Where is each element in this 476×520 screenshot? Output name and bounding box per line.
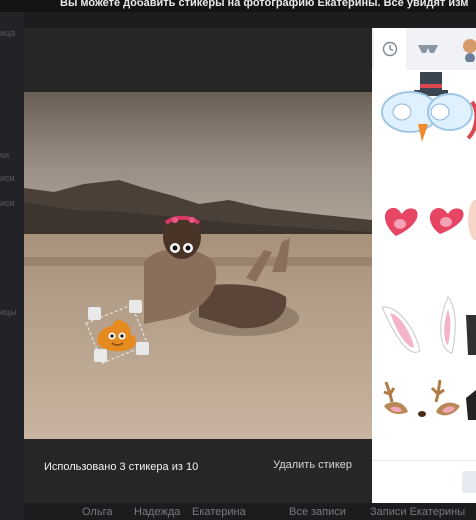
sticker-editor-screen: ица ки иси иси ицы Вы можете добавить ст…	[0, 0, 476, 520]
sunglasses-icon	[418, 45, 438, 53]
clock-icon	[382, 41, 398, 57]
resize-handle[interactable]	[88, 307, 101, 320]
background-label: ки	[0, 150, 9, 160]
hearts-image	[384, 197, 476, 243]
background-label: иси	[0, 173, 15, 183]
bunny-ears-sticker[interactable]	[380, 295, 476, 362]
beach-photo	[24, 92, 372, 439]
background-label: ицы	[0, 307, 17, 317]
delete-sticker-button[interactable]: Удалить стикер	[273, 459, 352, 471]
character-icon	[463, 39, 476, 62]
background-label: иси	[0, 198, 15, 208]
resize-handle[interactable]	[129, 300, 142, 313]
resize-handle[interactable]	[94, 349, 107, 362]
photo-editor: Использовано 3 стикера из 10 Удалить сти…	[24, 28, 372, 503]
sticker-panel-tabs	[372, 28, 476, 70]
tab-accessories[interactable]	[412, 28, 444, 70]
editor-footer: Использовано 3 стикера из 10 Удалить сти…	[24, 439, 372, 503]
deer-antlers-image	[383, 379, 476, 420]
snowman-mask-image	[381, 72, 476, 142]
sticker-panel	[372, 28, 476, 503]
tab-characters[interactable]	[452, 28, 476, 70]
panel-footer-button[interactable]	[462, 471, 476, 493]
sticker-hint-text: Вы можете добавить стикеры на фотографию…	[60, 0, 469, 9]
background-sidebar	[0, 0, 24, 520]
tab-recent[interactable]	[374, 28, 406, 70]
sticker-hint-banner: Вы можете добавить стикеры на фотографию…	[0, 0, 476, 12]
tab-owner-posts[interactable]: Записи Екатерины	[370, 506, 465, 518]
background-bottom-bar: Ольга Надежда Екатерина Все записи Запис…	[24, 503, 476, 520]
poop-sticker-selected[interactable]	[85, 300, 149, 364]
friend-name[interactable]: Ольга	[82, 506, 112, 518]
tab-all-posts[interactable]: Все записи	[289, 506, 346, 518]
hearts-sticker[interactable]	[380, 197, 476, 245]
photo-canvas[interactable]	[24, 92, 372, 439]
stickers-used-counter: Использовано 3 стикера из 10	[44, 461, 199, 473]
snowman-mask-sticker[interactable]	[380, 72, 476, 147]
friend-name[interactable]: Надежда	[134, 506, 180, 518]
deer-antlers-sticker[interactable]	[380, 376, 476, 425]
bunny-ears-image	[381, 296, 476, 355]
resize-handle[interactable]	[136, 342, 149, 355]
friend-name[interactable]: Екатерина	[192, 506, 246, 518]
background-label: ица	[0, 28, 16, 38]
sticker-panel-footer	[372, 460, 476, 503]
